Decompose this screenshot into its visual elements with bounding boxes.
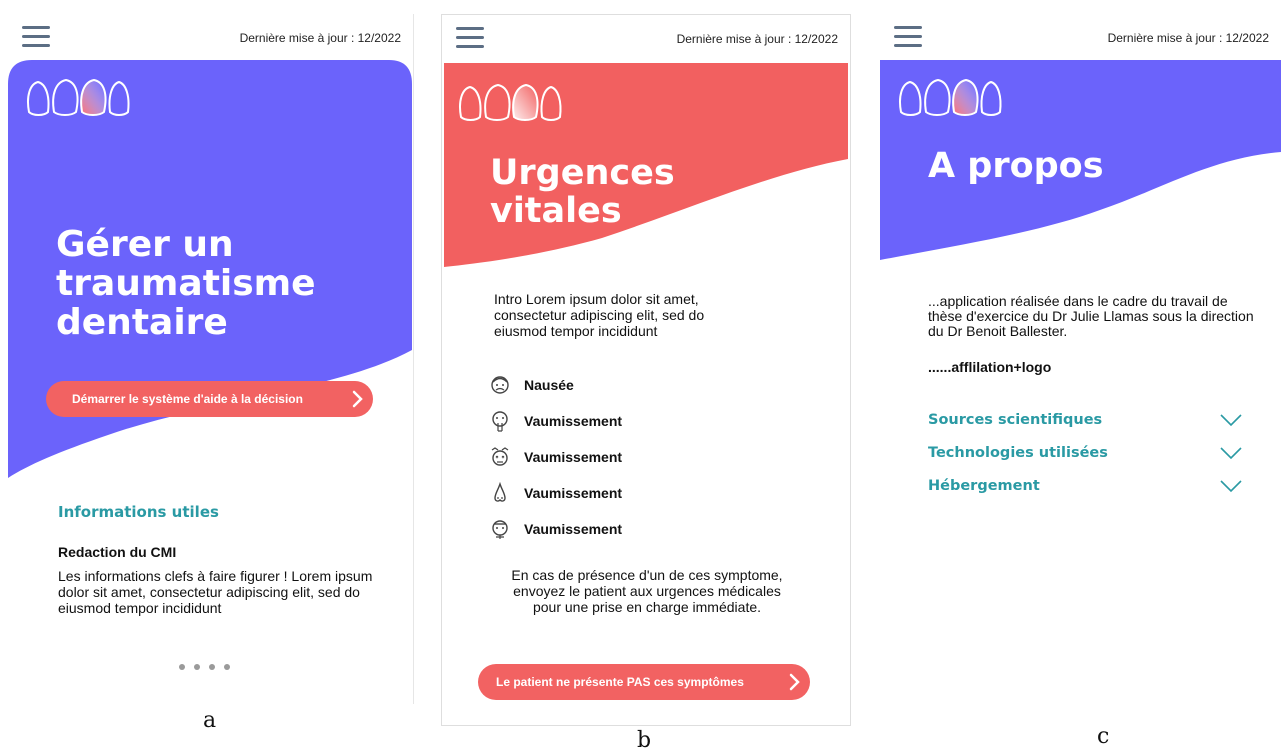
screen-c-about: Dernière mise à jour : 12/2022 A propos … bbox=[880, 14, 1281, 719]
symptom-item: Nausée bbox=[490, 372, 574, 398]
hero-banner: Urgences vitales bbox=[442, 63, 850, 269]
caption-b: b bbox=[637, 728, 652, 753]
teeth-logo-icon bbox=[27, 78, 130, 116]
accordion-technologies[interactable]: Technologies utilisées bbox=[928, 445, 1243, 461]
teeth-logo-icon bbox=[899, 78, 1002, 116]
bleeding-nose-icon bbox=[494, 482, 506, 502]
hero-banner: A propos bbox=[880, 60, 1281, 270]
pagination-dot[interactable] bbox=[194, 664, 200, 670]
last-update-text: Dernière mise à jour : 12/2022 bbox=[676, 32, 838, 46]
sick-face-icon bbox=[492, 520, 508, 539]
card-text: Les informations clefs à faire figurer !… bbox=[58, 568, 373, 616]
chevron-down-icon bbox=[1220, 447, 1242, 460]
nausea-face-icon bbox=[491, 376, 509, 394]
screen-a-home: Dernière mise à jour : 12/2022 Gérer un … bbox=[8, 14, 414, 704]
hamburger-menu-icon[interactable] bbox=[456, 27, 484, 49]
hamburger-menu-icon[interactable] bbox=[22, 26, 50, 48]
symptom-item: Vaumissement bbox=[490, 480, 622, 506]
chevron-down-icon bbox=[1220, 414, 1242, 427]
pagination-dot[interactable] bbox=[209, 664, 215, 670]
chevron-right-icon bbox=[352, 390, 363, 408]
card-title[interactable]: Redaction du CMI bbox=[58, 544, 176, 560]
hero-banner: Gérer un traumatisme dentaire bbox=[8, 60, 413, 485]
caption-a: a bbox=[203, 708, 217, 733]
pagination-dot[interactable] bbox=[224, 664, 230, 670]
affiliation-placeholder: ......afflilation+logo bbox=[928, 359, 1052, 375]
no-symptoms-button[interactable]: Le patient ne présente PAS ces symptômes bbox=[478, 664, 810, 700]
intro-text: Intro Lorem ipsum dolor sit amet, consec… bbox=[494, 291, 705, 339]
hamburger-menu-icon[interactable] bbox=[894, 26, 922, 48]
dizzy-face-icon bbox=[491, 447, 509, 466]
page-title: Gérer un traumatisme dentaire bbox=[56, 224, 316, 343]
symptom-item: Vaumissement bbox=[490, 408, 622, 434]
chevron-right-icon bbox=[789, 673, 800, 691]
caption-c: c bbox=[1097, 724, 1110, 749]
page-title: Urgences vitales bbox=[490, 153, 675, 231]
vomit-face-icon bbox=[492, 411, 508, 432]
accordion-hosting[interactable]: Hébergement bbox=[928, 478, 1243, 494]
section-title-useful-info: Informations utiles bbox=[58, 503, 219, 521]
accordion-sources[interactable]: Sources scientifiques bbox=[928, 412, 1243, 428]
advice-text: En cas de présence d'un de ces symptome,… bbox=[511, 567, 783, 615]
teeth-logo-icon bbox=[459, 83, 562, 121]
about-description: ...application réalisée dans le cadre du… bbox=[928, 293, 1254, 339]
page-title: A propos bbox=[928, 146, 1104, 186]
start-decision-support-button[interactable]: Démarrer le système d'aide à la décision bbox=[46, 381, 373, 417]
last-update-text: Dernière mise à jour : 12/2022 bbox=[239, 31, 401, 45]
pagination-dot[interactable] bbox=[179, 664, 185, 670]
screen-b-vital-emergencies: Dernière mise à jour : 12/2022 Urgences … bbox=[441, 14, 851, 726]
last-update-text: Dernière mise à jour : 12/2022 bbox=[1107, 31, 1269, 45]
symptom-item: Vaumissement bbox=[490, 516, 622, 542]
pagination-dots[interactable] bbox=[179, 664, 230, 670]
chevron-down-icon bbox=[1220, 480, 1242, 493]
symptom-item: Vaumissement bbox=[490, 444, 622, 470]
